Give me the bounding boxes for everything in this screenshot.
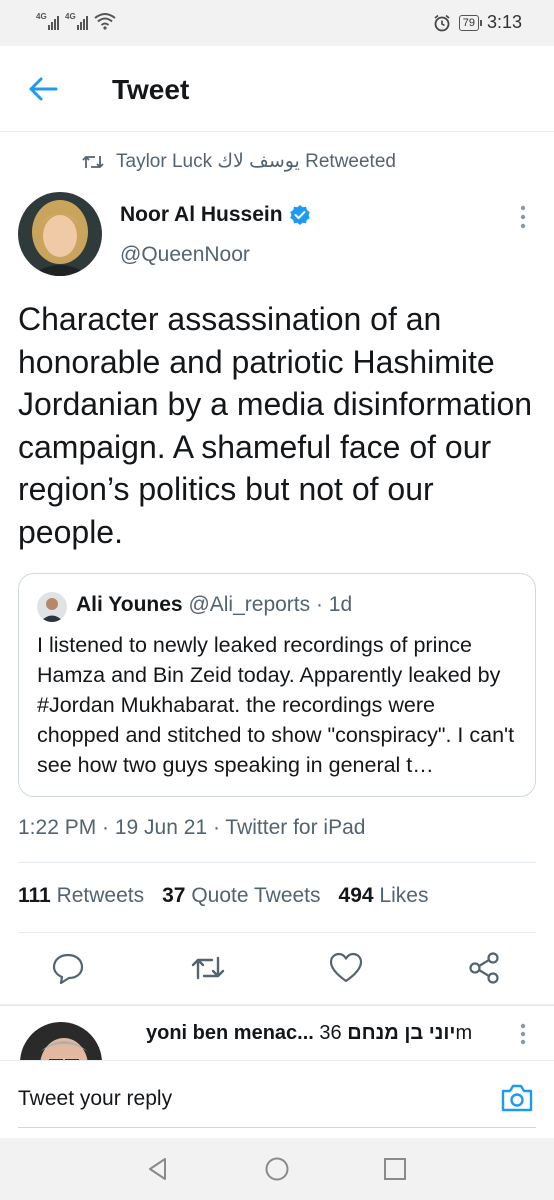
author-avatar[interactable] — [18, 192, 102, 276]
reply-author-name: yoni ben menac... יוני בן מנחם — [146, 1022, 456, 1044]
battery-indicator: 79 — [458, 14, 483, 31]
reply-header[interactable]: yoni ben menac... יוני בן מנחם 36m — [146, 1022, 472, 1045]
reply-input[interactable]: Tweet your reply — [18, 1087, 172, 1111]
quoted-author-name: Ali Younes — [76, 593, 183, 616]
page-title: Tweet — [112, 74, 190, 105]
quoted-tweet[interactable]: Ali Younes @Ali_reports · 1d I listened … — [18, 573, 536, 797]
author-name[interactable]: Noor Al Hussein — [120, 203, 311, 227]
divider — [18, 862, 536, 863]
nav-back-icon[interactable] — [145, 1156, 171, 1182]
nav-home-icon[interactable] — [264, 1156, 290, 1182]
likes-stat[interactable]: 494 Likes — [339, 884, 429, 908]
divider — [18, 932, 536, 933]
signal-icon: 4G — [36, 12, 59, 30]
system-nav-bar — [0, 1138, 554, 1200]
top-app-bar: Tweet — [0, 46, 554, 132]
retweet-icon[interactable] — [190, 950, 226, 986]
verified-badge-icon — [289, 205, 310, 225]
tweet-text: Character assassination of an honorable … — [18, 301, 533, 550]
comment-icon[interactable] — [50, 950, 86, 986]
tweet-timestamp[interactable]: 1:22 PM · 19 Jun 21 · Twitter for iPad — [18, 816, 365, 840]
nav-recents-icon[interactable] — [382, 1156, 408, 1182]
author-handle[interactable]: @QueenNoor — [120, 243, 250, 267]
retweet-context-text: Taylor Luck يوسف لاك Retweeted — [116, 151, 396, 172]
retweets-stat[interactable]: 111 Retweets — [18, 884, 144, 908]
share-icon[interactable] — [466, 950, 502, 986]
quoted-tweet-header: Ali Younes @Ali_reports · 1d — [76, 593, 352, 617]
status-bar-left: 4G 4G — [36, 12, 116, 30]
wifi-icon — [94, 13, 116, 30]
quoted-tweet-text: I listened to newly leaked recordings of… — [37, 633, 515, 777]
reply-bar: Tweet your reply — [0, 1060, 554, 1138]
tweet-stats: 111 Retweets 37 Quote Tweets 494 Likes — [18, 884, 428, 908]
status-time: 3:13 — [486, 12, 522, 32]
alarm-icon — [434, 14, 450, 31]
status-bar: 4G 4G 79 3:13 — [0, 0, 554, 46]
heart-icon[interactable] — [328, 950, 364, 986]
camera-icon[interactable] — [500, 1083, 534, 1113]
signal-icon: 4G — [65, 12, 88, 30]
more-vertical-icon[interactable] — [516, 204, 530, 230]
retweet-icon — [82, 155, 104, 168]
more-vertical-icon[interactable] — [516, 1022, 530, 1046]
back-arrow-icon[interactable] — [26, 74, 60, 104]
quote-tweets-stat[interactable]: 37 Quote Tweets — [162, 884, 320, 908]
reply-input-underline — [18, 1127, 536, 1128]
status-bar-right: 79 3:13 — [433, 12, 522, 33]
quoted-author-handle: @Ali_reports · 1d — [188, 593, 353, 616]
retweet-context[interactable]: Taylor Luck يوسف لاك Retweeted — [82, 150, 396, 173]
section-divider — [0, 1004, 554, 1006]
quoted-author-avatar — [37, 592, 67, 622]
